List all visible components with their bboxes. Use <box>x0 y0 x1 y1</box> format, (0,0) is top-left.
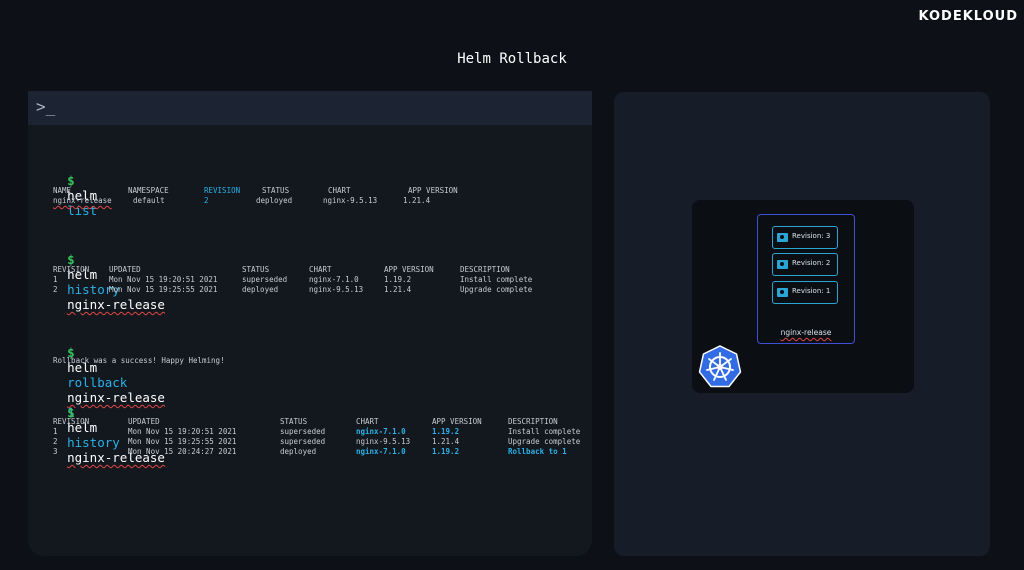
table-header-row: REVISION UPDATED STATUS CHART APP VERSIO… <box>53 417 558 426</box>
camera-icon <box>777 288 788 297</box>
terminal-window: >_ $ helm list NAME NAMESPACE REVISION S… <box>28 91 592 556</box>
revision-3-box: Revision: 3 <box>772 226 838 249</box>
table-row: nginx-release default 2 deployed nginx-9… <box>53 196 431 205</box>
kubernetes-cluster: Revision: 3 Revision: 2 Revision: 1 ngin… <box>692 200 914 393</box>
revision-1-box: Revision: 1 <box>772 281 838 304</box>
release-name-label: nginx-release <box>780 328 832 337</box>
terminal-prompt-icon: >_ <box>36 97 56 116</box>
table-header-row: NAME NAMESPACE REVISION STATUS CHART APP… <box>53 186 458 195</box>
table-row: 1 Mon Nov 15 19:20:51 2021 superseded ng… <box>53 427 581 436</box>
table-row: 1 Mon Nov 15 19:20:51 2021 superseded ng… <box>53 275 533 284</box>
table-row: 2 Mon Nov 15 19:25:55 2021 deployed ngin… <box>53 285 533 294</box>
terminal-titlebar: >_ <box>28 91 592 125</box>
revision-2-box: Revision: 2 <box>772 253 838 276</box>
diagram-panel: Revision: 3 Revision: 2 Revision: 1 ngin… <box>614 92 990 556</box>
rollback-output-message: Rollback was a success! Happy Helming! <box>53 356 225 365</box>
kubernetes-icon <box>698 345 742 388</box>
table-header-row: REVISION UPDATED STATUS CHART APP VERSIO… <box>53 265 510 274</box>
helm-list-table: NAME NAMESPACE REVISION STATUS CHART APP… <box>53 186 458 206</box>
table-row: 2 Mon Nov 15 19:25:55 2021 superseded ng… <box>53 437 581 446</box>
table-row: 3 Mon Nov 15 20:24:27 2021 deployed ngin… <box>53 447 567 456</box>
camera-icon <box>777 233 788 242</box>
helm-history-table-2: REVISION UPDATED STATUS CHART APP VERSIO… <box>53 417 581 457</box>
page-title: Helm Rollback <box>457 51 567 67</box>
kodekloud-logo: KODEKLOUD <box>918 9 1018 24</box>
helm-history-table: REVISION UPDATED STATUS CHART APP VERSIO… <box>53 265 533 295</box>
release-container: Revision: 3 Revision: 2 Revision: 1 ngin… <box>757 214 855 344</box>
camera-icon <box>777 260 788 269</box>
